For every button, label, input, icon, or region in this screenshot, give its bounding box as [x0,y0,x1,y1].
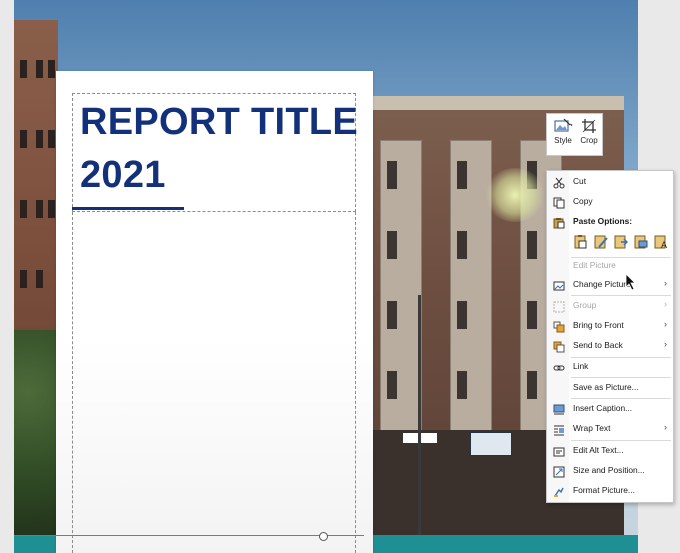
menu-item-save-as-picture[interactable]: Save as Picture... [547,379,673,398]
shop-sign [470,432,512,456]
selection-border [14,535,364,536]
menu-item-wrap-text[interactable]: Wrap Text › [547,420,673,439]
group-icon [553,300,565,313]
paste-options-header: Paste Options: [573,216,633,226]
chevron-right-icon: › [664,278,667,288]
menu-item-group: Group › [547,297,673,316]
paste-icon [553,216,565,229]
menu-item-edit-alt-text[interactable]: Edit Alt Text... [547,442,673,461]
content-text-box[interactable] [72,212,356,553]
size-position-icon [553,465,565,478]
menu-item-size-and-position[interactable]: Size and Position... [547,462,673,481]
menu-item-format-picture[interactable]: Format Picture... [547,482,673,501]
chevron-right-icon: › [664,422,667,432]
crop-button[interactable]: Crop [576,116,602,154]
trees [14,330,58,535]
street-lamp [418,295,421,535]
menu-item-insert-caption[interactable]: Insert Caption... [547,400,673,419]
context-menu: Cut Copy Paste Options: A Edit Picture C… [546,170,674,503]
format-picture-icon [553,485,565,497]
wrap-text-icon [553,423,565,436]
menu-separator [571,377,671,378]
crop-icon [576,116,602,136]
paste-options-row: A [573,233,671,251]
menu-separator [571,295,671,296]
paste-merge-format-icon[interactable] [593,233,609,249]
link-icon [553,361,565,373]
chevron-right-icon: › [664,299,667,309]
menu-item-change-picture[interactable]: Change Picture › [547,276,673,295]
paste-picture-icon[interactable] [613,233,629,249]
crop-label: Crop [580,136,598,145]
mini-toolbar: Style Crop [546,113,603,156]
style-button[interactable]: Style [550,116,576,154]
mouse-cursor-icon [625,273,637,291]
bring-to-front-icon [553,320,565,333]
menu-separator [571,398,671,399]
svg-text:A: A [661,240,667,249]
menu-item-bring-to-front[interactable]: Bring to Front › [547,317,673,336]
lens-flare [485,168,545,222]
cornice [355,96,624,110]
chevron-right-icon: › [664,319,667,329]
copy-icon [553,196,565,209]
report-title[interactable]: REPORT TITLE 2021 [80,96,360,202]
menu-item-edit-picture: Edit Picture [573,260,616,270]
menu-item-copy[interactable]: Copy [547,193,673,212]
bay-window [380,140,422,432]
paste-image-icon[interactable] [633,233,649,249]
title-underline [72,207,184,210]
alt-text-icon [553,445,565,457]
style-label: Style [554,136,572,145]
menu-item-cut[interactable]: Cut [547,173,673,192]
paste-keep-source-icon[interactable] [573,233,589,249]
resize-handle[interactable] [319,532,328,541]
menu-item-link[interactable]: Link [547,358,673,377]
change-picture-icon [553,279,565,291]
menu-separator [571,440,671,441]
bay-window [450,140,492,432]
caption-icon [553,403,565,415]
picture-style-icon [550,116,576,136]
menu-item-send-to-back[interactable]: Send to Back › [547,337,673,356]
paste-text-only-icon[interactable]: A [653,233,669,250]
chevron-right-icon: › [664,339,667,349]
scissors-icon [553,176,565,189]
send-to-back-icon [553,340,565,353]
